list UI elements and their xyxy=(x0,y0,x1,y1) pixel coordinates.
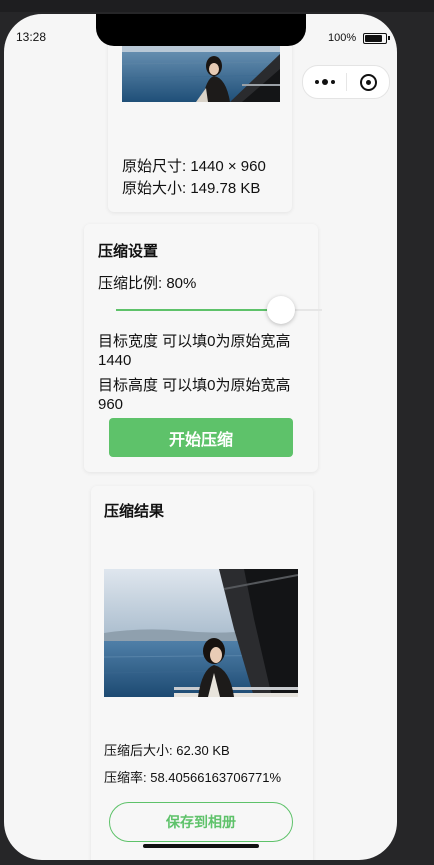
device-notch xyxy=(96,14,306,46)
target-circle-icon[interactable] xyxy=(347,73,389,91)
battery-tip xyxy=(388,36,390,40)
home-indicator xyxy=(143,844,259,848)
compression-rate: 压缩率: 58.40566163706771% xyxy=(104,770,282,785)
ratio-slider-fill xyxy=(116,309,281,311)
ratio-slider[interactable] xyxy=(116,296,322,324)
result-title: 压缩结果 xyxy=(104,503,165,520)
original-file-size: 原始大小: 149.78 KB xyxy=(122,180,261,197)
window-top-strip xyxy=(0,0,434,12)
target-height-input[interactable]: 960 xyxy=(98,396,123,413)
compressed-size: 压缩后大小: 62.30 KB xyxy=(104,743,230,758)
save-to-album-button[interactable]: 保存到相册 xyxy=(109,802,293,842)
target-width-label: 目标宽度 可以填0为原始宽高 xyxy=(98,333,291,350)
phone-screen: 13:28 100% 原始尺寸: 1440 × 960 原始大小: 149.78… xyxy=(4,14,397,860)
battery-percent: 100% xyxy=(328,32,357,44)
ratio-label: 压缩比例: 80% xyxy=(98,275,197,292)
compressed-image xyxy=(104,569,298,697)
status-time: 13:28 xyxy=(16,30,47,44)
target-width-input[interactable]: 1440 xyxy=(98,352,131,369)
target-height-label: 目标高度 可以填0为原始宽高 xyxy=(98,377,291,394)
more-dots-icon[interactable] xyxy=(303,79,346,85)
start-compress-button[interactable]: 开始压缩 xyxy=(109,418,293,457)
settings-title: 压缩设置 xyxy=(98,243,159,260)
ratio-slider-thumb[interactable] xyxy=(266,296,295,324)
battery-icon xyxy=(363,33,387,44)
miniprogram-capsule xyxy=(302,65,390,99)
original-image xyxy=(122,44,280,102)
original-dimensions: 原始尺寸: 1440 × 960 xyxy=(122,158,266,175)
